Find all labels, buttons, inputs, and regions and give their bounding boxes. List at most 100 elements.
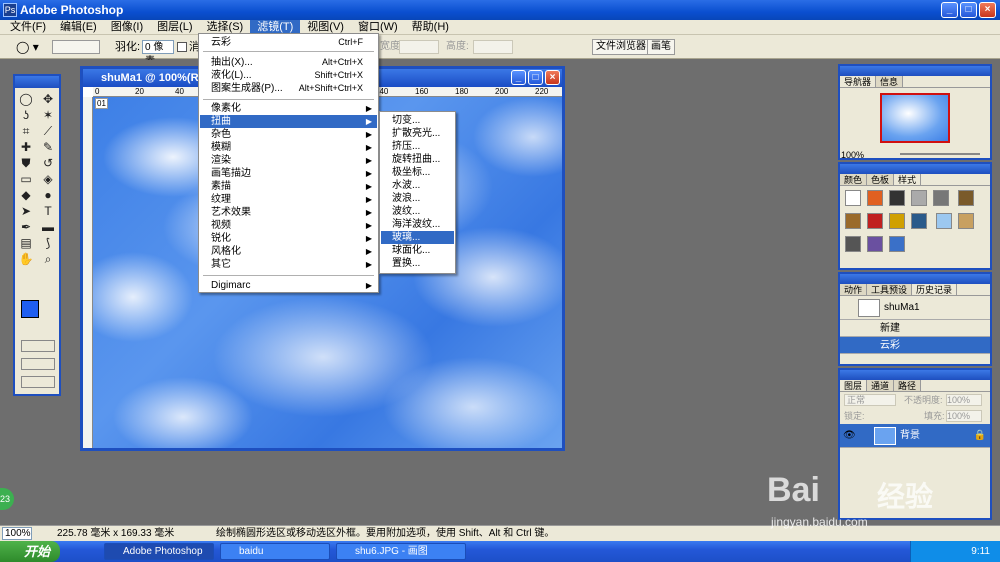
maximize-button[interactable]: □ bbox=[960, 2, 977, 18]
filter-clouds-item[interactable]: 云彩 Ctrl+F bbox=[200, 36, 377, 49]
style-swatch[interactable] bbox=[867, 236, 883, 252]
style-swatch[interactable] bbox=[867, 190, 883, 206]
style-swatch[interactable] bbox=[958, 190, 975, 206]
filter-stylize-item[interactable]: 风格化 ▶ bbox=[200, 245, 377, 258]
tab-swatches[interactable]: 色板 bbox=[867, 174, 895, 185]
filter-texture-item[interactable]: 纹理 ▶ bbox=[200, 193, 377, 206]
filter-brush-strokes-item[interactable]: 画笔描边 ▶ bbox=[200, 167, 377, 180]
move-tool-icon[interactable]: ✥ bbox=[39, 91, 57, 107]
history-item-new[interactable]: 新建 bbox=[840, 320, 990, 337]
ellipse-marquee-icon[interactable]: ◯ ▾ bbox=[16, 40, 39, 54]
shape-tool-icon[interactable]: ▬ bbox=[39, 219, 57, 235]
tab-history[interactable]: 历史记录 bbox=[912, 284, 958, 295]
distort-zigzag-item[interactable]: 水波... bbox=[381, 179, 454, 192]
marquee-tool-icon[interactable]: ◯ bbox=[17, 91, 35, 107]
history-snapshot[interactable]: shuMa1 bbox=[840, 296, 990, 320]
filter-liquify-item[interactable]: 液化(L)... Shift+Ctrl+X bbox=[200, 69, 377, 82]
distort-twirl-item[interactable]: 旋转扭曲... bbox=[381, 153, 454, 166]
filter-video-item[interactable]: 视频 ▶ bbox=[200, 219, 377, 232]
style-swatch[interactable] bbox=[889, 236, 905, 252]
filter-render-item[interactable]: 渲染 ▶ bbox=[200, 154, 377, 167]
file-browser-tab[interactable]: 文件浏览器 bbox=[592, 39, 650, 55]
zoom-field[interactable]: 100% bbox=[2, 527, 32, 540]
distort-diffuse-glow-item[interactable]: 扩散亮光... bbox=[381, 127, 454, 140]
tab-color[interactable]: 颜色 bbox=[840, 174, 868, 185]
path-select-icon[interactable]: ➤ bbox=[17, 203, 35, 219]
task-photoshop[interactable]: Adobe Photoshop bbox=[104, 543, 214, 560]
screen-mode-icons[interactable] bbox=[21, 358, 55, 370]
distort-ripple-item[interactable]: 波纹... bbox=[381, 205, 454, 218]
filter-sketch-item[interactable]: 素描 ▶ bbox=[200, 180, 377, 193]
tab-tool-presets[interactable]: 工具预设 bbox=[867, 284, 913, 295]
doc-maximize-button[interactable]: □ bbox=[528, 70, 543, 85]
magic-wand-icon[interactable]: ✶ bbox=[39, 107, 57, 123]
distort-polar-item[interactable]: 极坐标... bbox=[381, 166, 454, 179]
style-swatch[interactable] bbox=[911, 190, 927, 206]
dodge-tool-icon[interactable]: ● bbox=[39, 187, 57, 203]
type-tool-icon[interactable]: T bbox=[39, 203, 57, 219]
opacity-input[interactable]: 100% bbox=[946, 394, 982, 406]
task-baidu-folder[interactable]: baidu bbox=[220, 543, 330, 560]
style-swatch[interactable] bbox=[958, 213, 975, 229]
selection-mode-icons[interactable] bbox=[52, 40, 100, 54]
zoom-tool-icon[interactable]: ⌕ bbox=[39, 251, 57, 267]
menu-edit[interactable]: 编辑(E) bbox=[53, 20, 104, 35]
jump-to-imageready-icon[interactable] bbox=[21, 376, 55, 388]
blend-mode-select[interactable]: 正常 bbox=[844, 394, 896, 406]
navigator-zoom[interactable]: 100% bbox=[841, 150, 864, 160]
tab-layers[interactable]: 图层 bbox=[840, 380, 868, 391]
filter-extract-item[interactable]: 抽出(X)... Alt+Ctrl+X bbox=[200, 56, 377, 69]
menu-image[interactable]: 图像(I) bbox=[104, 20, 150, 35]
minimize-button[interactable]: _ bbox=[941, 2, 958, 18]
distort-displace-item[interactable]: 置换... bbox=[381, 257, 454, 270]
menu-file[interactable]: 文件(F) bbox=[3, 20, 53, 35]
tab-channels[interactable]: 通道 bbox=[867, 380, 895, 391]
foreground-color[interactable] bbox=[21, 300, 39, 318]
start-button[interactable]: 开始 bbox=[0, 541, 60, 562]
filter-blur-item[interactable]: 模糊 ▶ bbox=[200, 141, 377, 154]
stamp-tool-icon[interactable]: ⛊ bbox=[17, 155, 35, 171]
distort-spherize-item[interactable]: 球面化... bbox=[381, 244, 454, 257]
distort-glass-item[interactable]: 玻璃... bbox=[381, 231, 454, 244]
brush-tool-icon[interactable]: ✎ bbox=[39, 139, 57, 155]
bucket-tool-icon[interactable]: ◈ bbox=[39, 171, 57, 187]
style-swatch[interactable] bbox=[933, 190, 949, 206]
notes-tool-icon[interactable]: ▤ bbox=[17, 235, 35, 251]
style-swatch[interactable] bbox=[911, 213, 927, 229]
menu-help[interactable]: 帮助(H) bbox=[405, 20, 456, 35]
style-swatch[interactable] bbox=[889, 190, 905, 206]
slice-tool-icon[interactable]: ⟋ bbox=[39, 123, 57, 139]
filter-noise-item[interactable]: 杂色 ▶ bbox=[200, 128, 377, 141]
style-swatch[interactable] bbox=[889, 213, 905, 229]
tab-navigator[interactable]: 导航器 bbox=[840, 76, 877, 87]
filter-sharpen-item[interactable]: 锐化 ▶ bbox=[200, 232, 377, 245]
style-swatch[interactable] bbox=[936, 213, 953, 229]
style-swatch[interactable] bbox=[845, 213, 861, 229]
brushes-tab[interactable]: 画笔 bbox=[647, 39, 675, 55]
navigator-zoom-slider[interactable] bbox=[900, 153, 980, 155]
close-button[interactable]: × bbox=[979, 2, 996, 18]
task-paint[interactable]: shu6.JPG - 画图 bbox=[336, 543, 466, 560]
menu-layer[interactable]: 图层(L) bbox=[150, 20, 199, 35]
doc-minimize-button[interactable]: _ bbox=[511, 70, 526, 85]
tab-styles[interactable]: 样式 bbox=[894, 174, 922, 185]
blur-tool-icon[interactable]: ◆ bbox=[17, 187, 35, 203]
history-item-clouds[interactable]: 云彩 bbox=[840, 337, 990, 354]
height-input[interactable] bbox=[473, 40, 513, 54]
pen-tool-icon[interactable]: ✒ bbox=[17, 219, 35, 235]
eyedropper-icon[interactable]: ⟆ bbox=[39, 235, 57, 251]
fill-input[interactable]: 100% bbox=[946, 410, 982, 422]
history-brush-icon[interactable]: ↺ bbox=[39, 155, 57, 171]
navigator-thumbnail[interactable] bbox=[880, 93, 950, 143]
tab-info[interactable]: 信息 bbox=[876, 76, 904, 87]
style-swatch[interactable] bbox=[867, 213, 883, 229]
layer-row[interactable]: 👁 背景 🔒 bbox=[840, 424, 990, 448]
filter-other-item[interactable]: 其它 ▶ bbox=[200, 258, 377, 271]
hand-tool-icon[interactable]: ✋ bbox=[17, 251, 35, 267]
tab-paths[interactable]: 路径 bbox=[894, 380, 922, 391]
quick-mask-icons[interactable] bbox=[21, 340, 55, 352]
antialias-checkbox[interactable] bbox=[177, 42, 187, 52]
distort-wave-item[interactable]: 波浪... bbox=[381, 192, 454, 205]
style-swatch[interactable] bbox=[845, 190, 861, 206]
filter-distort-item[interactable]: 扭曲 ▶ bbox=[200, 115, 377, 128]
